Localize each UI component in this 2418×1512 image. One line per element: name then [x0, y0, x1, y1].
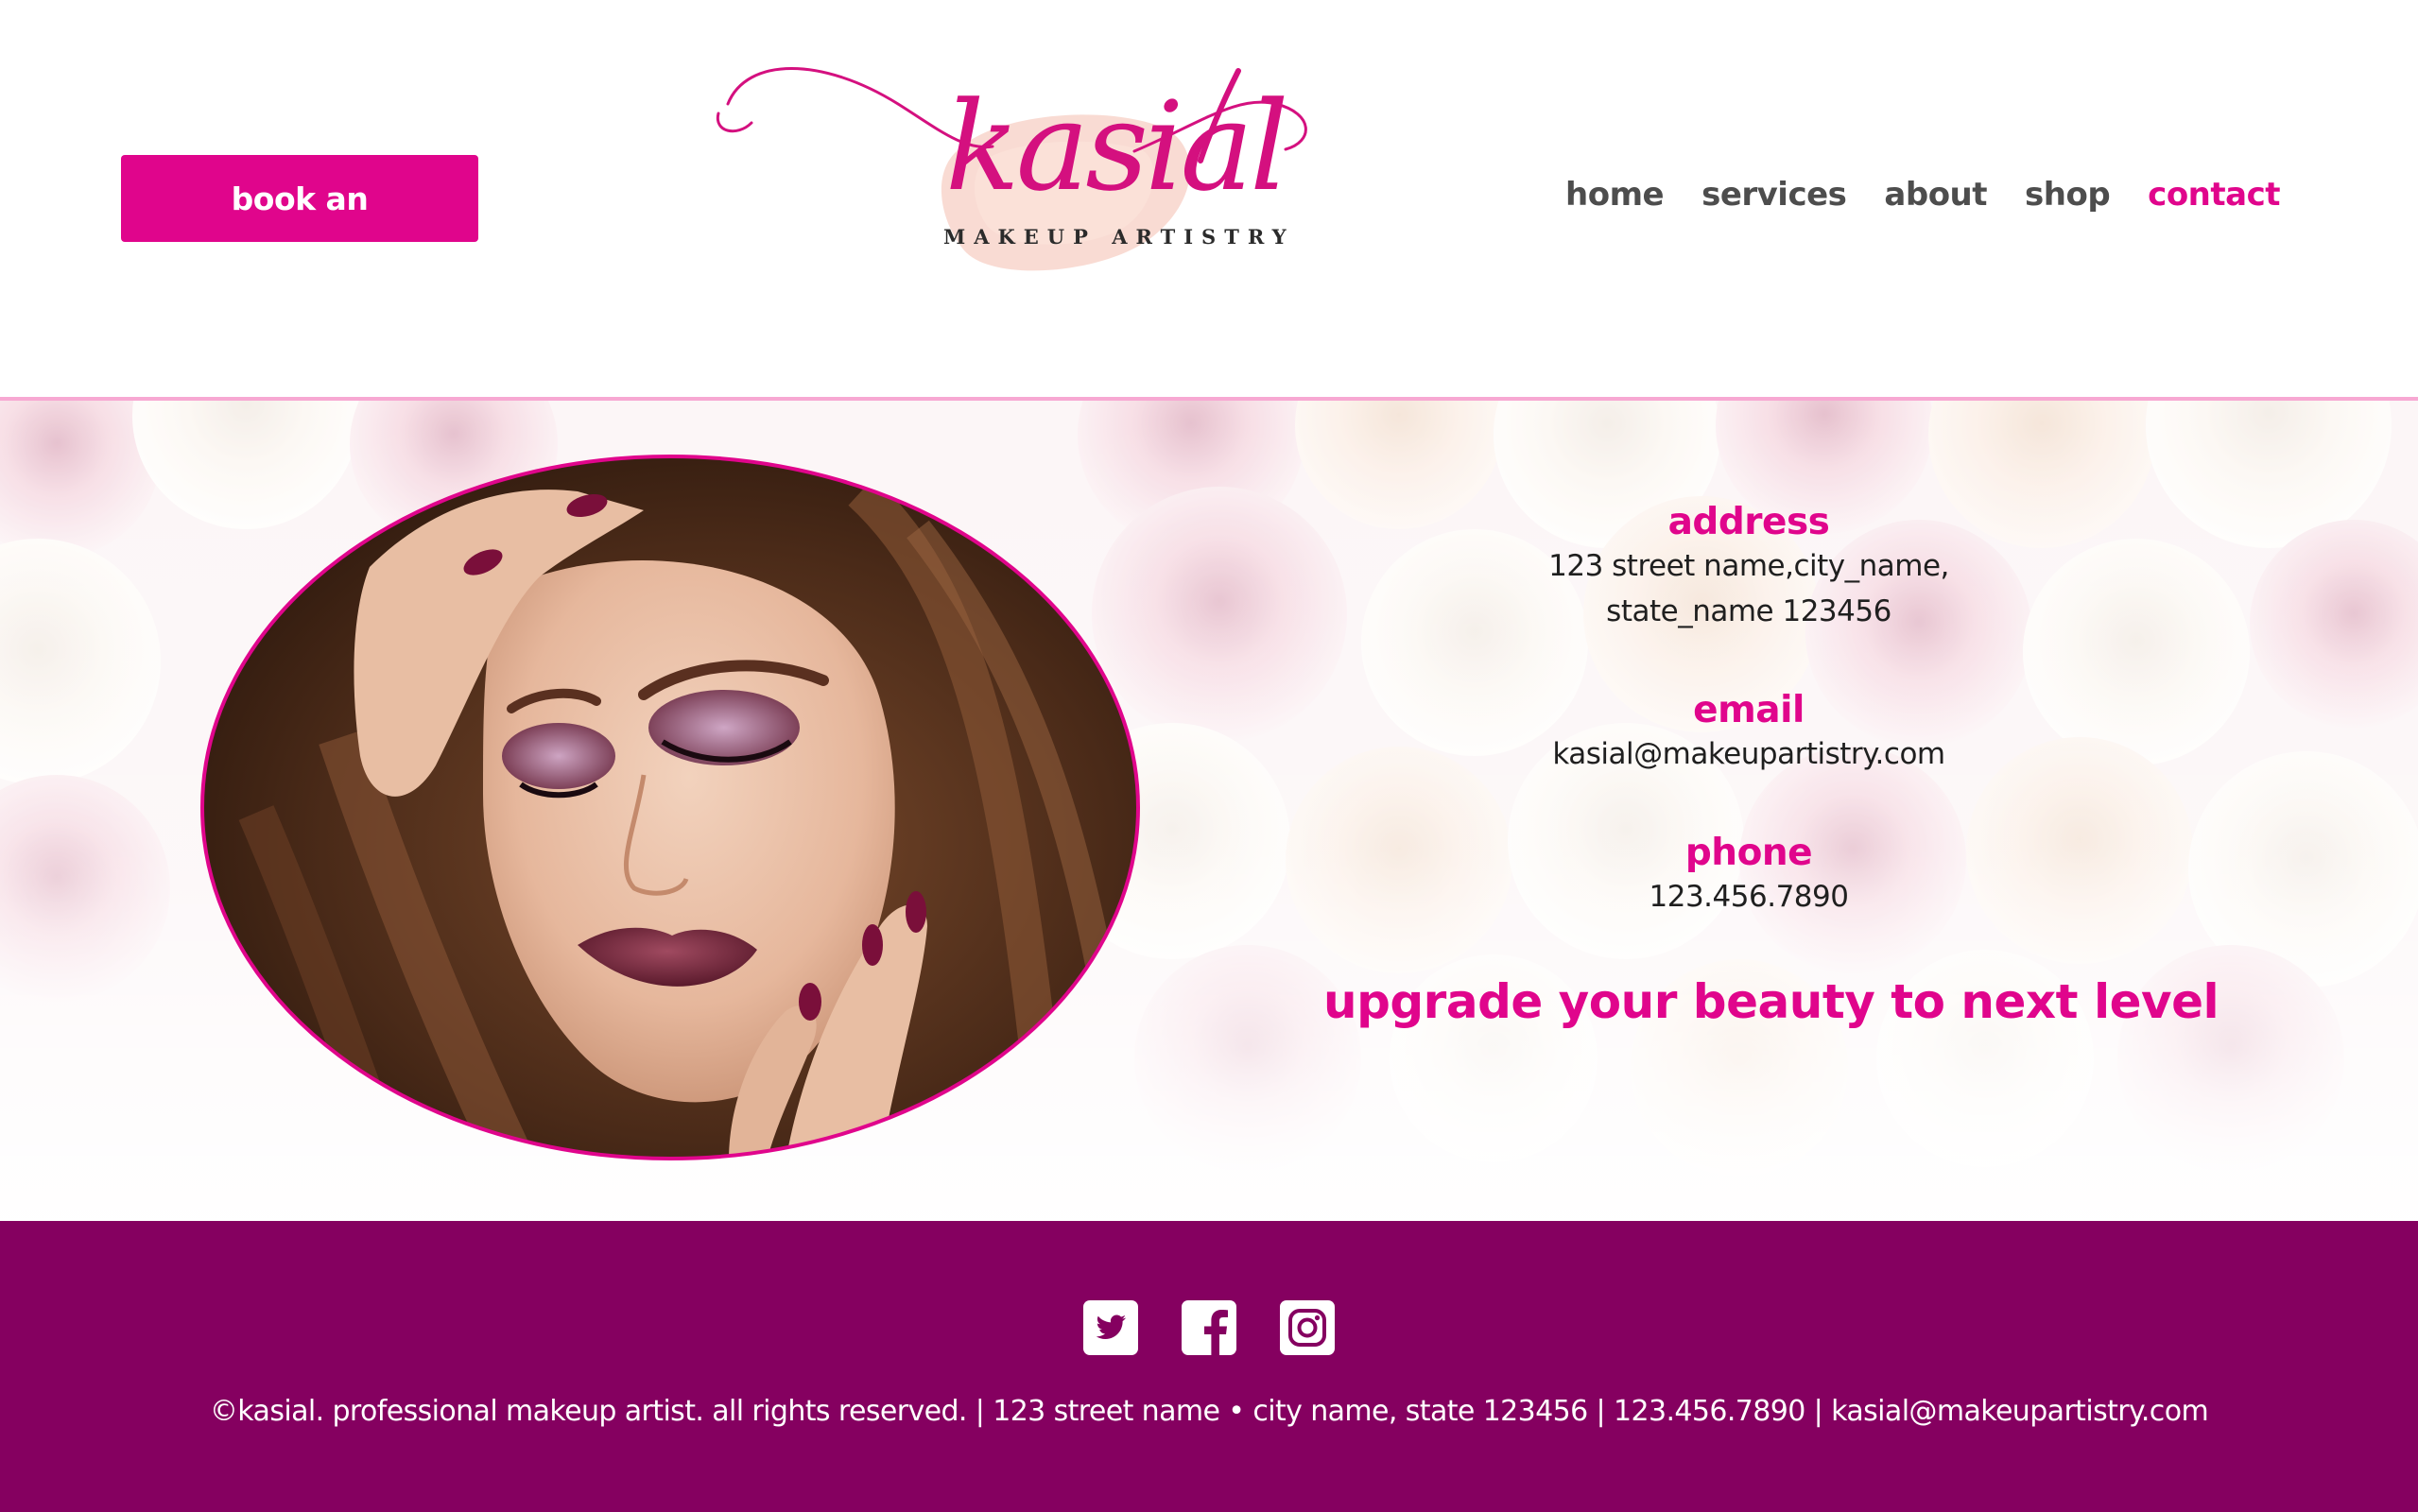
site-footer: ©kasial. professional makeup artist. all…	[0, 1221, 2418, 1512]
logo-tagline: MAKEUP ARTISTRY	[943, 225, 1295, 249]
twitter-icon[interactable]	[1083, 1300, 1138, 1355]
phone-link[interactable]: 123.456.7890	[1323, 874, 2174, 919]
contact-info: address 123 street name,city_name, state…	[1323, 501, 2219, 1029]
logo-wordmark: kasial	[945, 75, 1286, 218]
site-header: book an appointment kasial MAKEUP ARTIST…	[0, 0, 2418, 397]
facebook-icon[interactable]	[1182, 1300, 1236, 1355]
nav-item-about[interactable]: about	[1884, 176, 1987, 214]
social-links	[1083, 1300, 1335, 1355]
address-line-1: 123 street name,city_name,	[1548, 549, 1949, 583]
book-appointment-button[interactable]: book an appointment	[121, 155, 478, 304]
nav-item-shop[interactable]: shop	[2025, 176, 2111, 214]
beauty-tagline: upgrade your beauty to next level	[1323, 974, 2219, 1029]
nav-item-services[interactable]: services	[1701, 176, 1847, 214]
contact-section: address 123 street name,city_name, state…	[0, 397, 2418, 1221]
address-block: address 123 street name,city_name, state…	[1323, 501, 2174, 634]
kasial-logo[interactable]: kasial	[709, 47, 1418, 293]
email-heading: email	[1693, 689, 1805, 731]
email-link[interactable]: kasial@makeupartistry.com	[1323, 731, 2174, 777]
phone-block: phone 123.456.7890	[1323, 832, 2174, 919]
address-line-2: state_name 123456	[1606, 594, 1891, 628]
instagram-icon[interactable]	[1280, 1300, 1335, 1355]
main-nav: home services about shop contact	[1565, 176, 2280, 214]
phone-heading: phone	[1684, 832, 1813, 874]
email-block: email kasial@makeupartistry.com	[1323, 689, 2174, 777]
footer-copyright: ©kasial. professional makeup artist. all…	[209, 1395, 2209, 1428]
nav-item-contact[interactable]: contact	[2148, 176, 2280, 214]
woman-makeup-portrait-image	[200, 455, 1140, 1160]
header-divider	[0, 397, 2418, 401]
address-heading: address	[1667, 501, 1830, 543]
nav-item-home[interactable]: home	[1565, 176, 1665, 214]
